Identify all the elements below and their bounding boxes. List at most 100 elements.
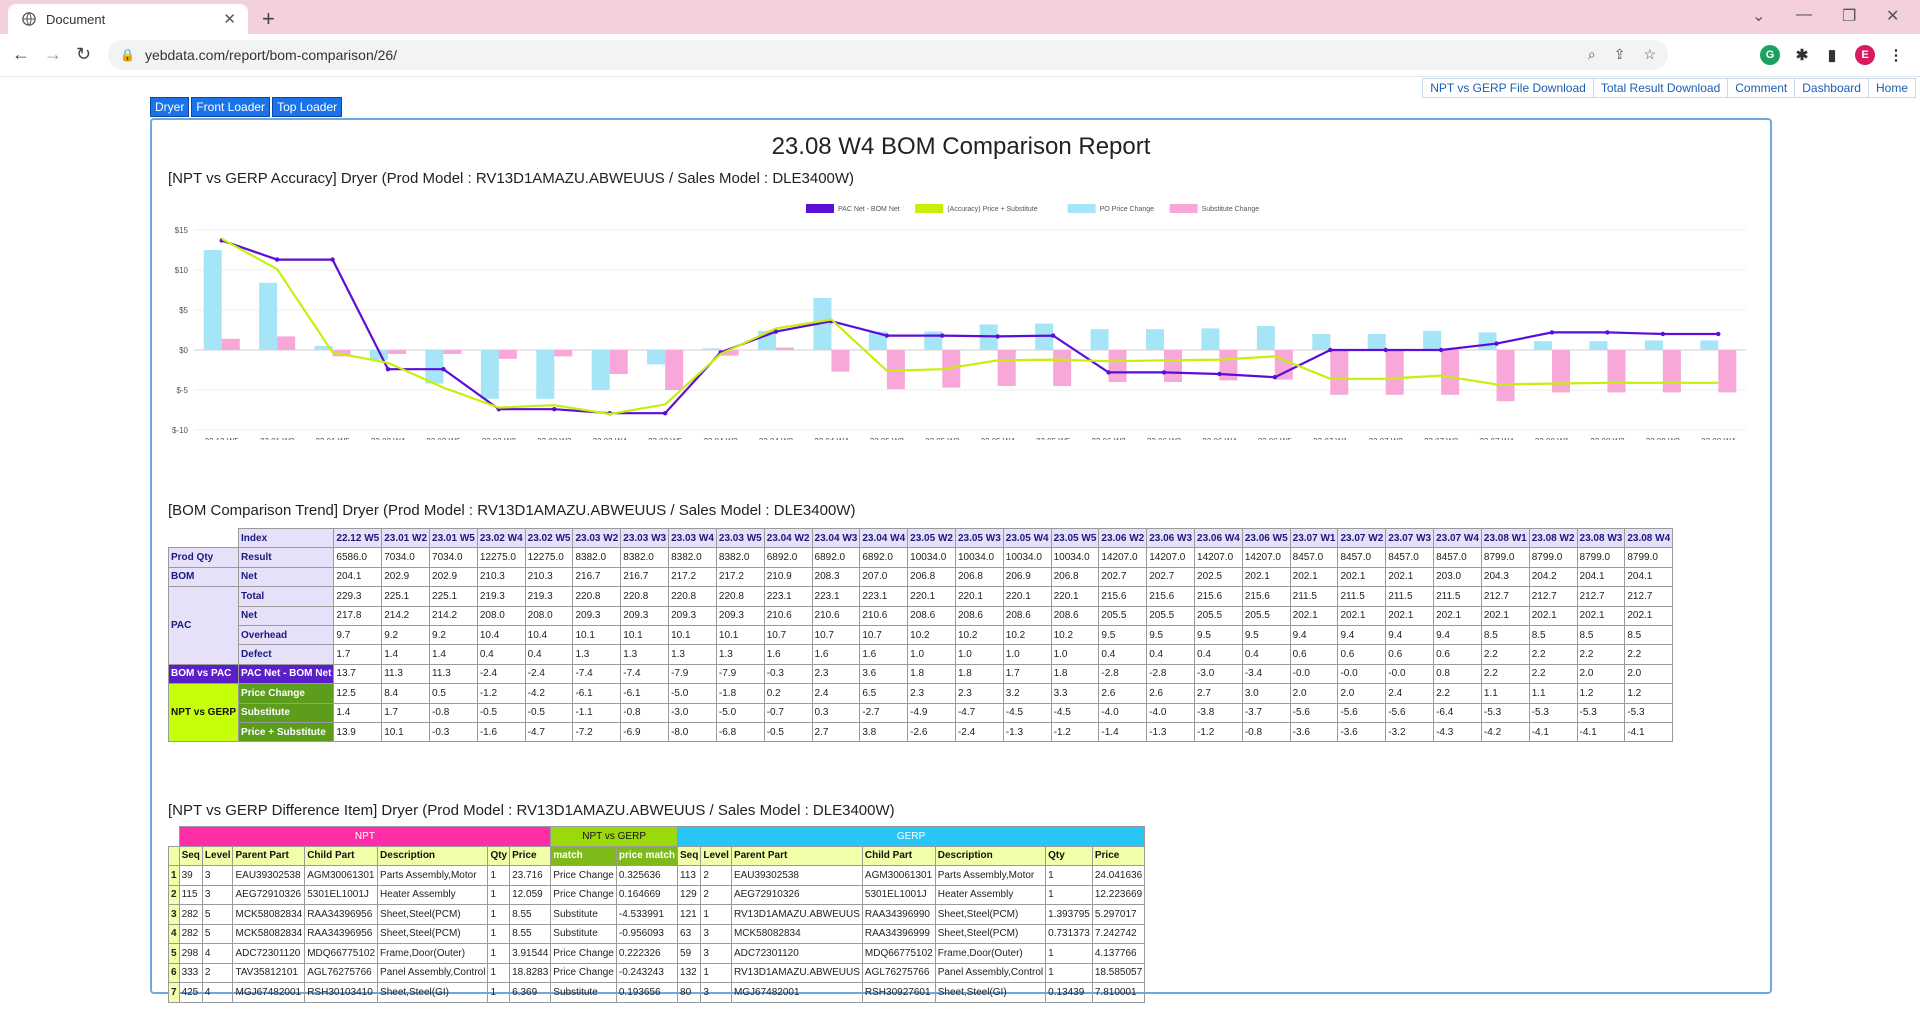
- trend-cell: -5.0: [668, 683, 717, 704]
- diff-cell: 3: [201, 884, 234, 905]
- profile-avatar[interactable]: E: [1855, 45, 1875, 65]
- extensions-puzzle-icon[interactable]: ✱: [1792, 45, 1812, 65]
- trend-cell: 223.1: [763, 586, 813, 607]
- trend-column-header: 23.06 W4: [1194, 527, 1243, 549]
- trend-cell: 2.3: [954, 683, 1004, 704]
- trend-column-header: 23.03 W3: [620, 527, 670, 549]
- trend-cell: 225.1: [429, 586, 478, 607]
- grammarly-extension-icon[interactable]: G: [1760, 45, 1780, 65]
- trend-cell: 2.4: [811, 683, 861, 704]
- trend-column-header: 23.02 W4: [476, 527, 526, 549]
- tab-front-loader[interactable]: Front Loader: [191, 97, 271, 117]
- trend-cell: -6.1: [620, 683, 670, 704]
- trend-cell: -2.8: [1098, 663, 1148, 685]
- new-tab-icon[interactable]: +: [262, 6, 275, 32]
- diff-cell: 129: [677, 884, 702, 905]
- url-text[interactable]: yebdata.com/report/bom-comparison/26/: [145, 47, 397, 63]
- diff-column-header: Parent Part: [232, 845, 306, 866]
- trend-cell: -7.9: [715, 663, 765, 685]
- diff-cell: Panel Assembly,Control: [377, 962, 489, 983]
- trend-cell: 0.6: [1289, 644, 1339, 665]
- po-price-changebar: [203, 250, 222, 350]
- bookmark-star-icon[interactable]: ☆: [1643, 46, 1656, 63]
- diff-column-header: price match: [615, 845, 679, 866]
- substitute-changebar: [609, 350, 628, 374]
- diff-cell: 23.716: [509, 865, 552, 886]
- trend-cell: 2.2: [1480, 644, 1530, 665]
- diff-group-header-row: NPT NPT vs GERP GERP: [169, 826, 1146, 847]
- tab-title: Document: [46, 11, 106, 27]
- comment-link[interactable]: Comment: [1727, 78, 1795, 98]
- dashboard-link[interactable]: Dashboard: [1794, 78, 1868, 98]
- minimize-icon[interactable]: —: [1796, 6, 1812, 24]
- forward-icon[interactable]: →: [44, 44, 62, 65]
- trend-cell: 9.4: [1289, 624, 1339, 646]
- diff-column-header: Description: [377, 845, 489, 866]
- trend-cell: 205.5: [1241, 605, 1291, 626]
- series-line: [221, 237, 1719, 416]
- x-tick-label: 23.04 W4: [814, 437, 849, 440]
- browser-tab-strip: Document ✕ + ⌄ — ❐ ✕: [0, 0, 1920, 34]
- diff-column-header: Parent Part: [730, 845, 863, 866]
- total-result-download-link[interactable]: Total Result Download: [1592, 78, 1728, 98]
- tab-search-icon[interactable]: ⌄: [1752, 6, 1765, 26]
- trend-cell: 219.3: [476, 586, 526, 607]
- trend-cell: -1.2: [476, 683, 526, 704]
- side-panel-icon[interactable]: ▮: [1822, 45, 1842, 65]
- trend-column-header: 23.03 W5: [715, 527, 765, 549]
- trend-cell: -1.1: [572, 702, 622, 723]
- trend-cell: -0.3: [429, 721, 478, 743]
- lock-icon[interactable]: 🔒: [120, 48, 135, 62]
- trend-cell: 8382.0: [715, 547, 765, 568]
- restore-icon[interactable]: ❐: [1842, 6, 1856, 26]
- trend-row: Overhead 9.7 9.2 9.2 10.4 10.4 10.1 10.1 10.1 10.…: [169, 624, 1674, 646]
- back-icon[interactable]: ←: [12, 44, 30, 65]
- trend-column-header: 23.04 W2: [763, 527, 813, 549]
- trend-cell: 208.6: [1002, 605, 1052, 626]
- x-tick-label: 23.05 W2: [870, 437, 905, 440]
- diff-cell: Panel Assembly,Control: [934, 962, 1047, 983]
- diff-cell: 0.325636: [615, 865, 679, 886]
- browser-menu-icon[interactable]: ⋮: [1886, 45, 1906, 65]
- diff-cell: 3.91544: [509, 943, 552, 964]
- diff-cell: Price Change: [550, 865, 617, 886]
- trend-cell: 220.1: [907, 586, 956, 607]
- diff-cell: 1: [487, 923, 511, 944]
- browser-tab[interactable]: Document ✕: [8, 4, 248, 34]
- trend-cell: 209.3: [620, 605, 670, 626]
- trend-row-label: Overhead: [238, 624, 335, 646]
- trend-row-label: PAC Net - BOM Net: [238, 663, 335, 685]
- diff-cell: 63: [677, 923, 702, 944]
- x-tick-label: 23.03 W2: [482, 437, 517, 440]
- share-icon[interactable]: ⇪: [1614, 46, 1626, 63]
- series-point: [441, 367, 446, 372]
- substitute-changebar: [1607, 350, 1626, 393]
- close-tab-icon[interactable]: ✕: [223, 10, 236, 28]
- trend-cell: 216.7: [620, 566, 670, 588]
- trend-cell: 8.4: [381, 683, 431, 704]
- tab-dryer[interactable]: Dryer: [150, 97, 190, 117]
- trend-column-header: 23.04 W3: [811, 527, 861, 549]
- diff-column-header: Qty: [487, 845, 511, 866]
- trend-cell: -3.6: [1289, 721, 1339, 743]
- reload-icon[interactable]: ↻: [76, 44, 91, 65]
- diff-cell: 115: [178, 884, 203, 905]
- diff-cell: Price Change: [550, 962, 617, 983]
- trend-cell: 6892.0: [811, 547, 861, 568]
- trend-cell: 14207.0: [1146, 547, 1196, 568]
- tab-top-loader[interactable]: Top Loader: [272, 97, 343, 117]
- diff-cell: 282: [178, 904, 203, 925]
- close-window-icon[interactable]: ✕: [1886, 6, 1899, 26]
- npt-gerp-file-download-link[interactable]: NPT vs GERP File Download: [1422, 78, 1593, 98]
- trend-cell: 0.6: [1385, 644, 1435, 665]
- x-tick-label: 23.03 W5: [648, 437, 683, 440]
- trend-cell: 1.0: [1050, 644, 1100, 665]
- trend-row: Price + Substitute 13.9 10.1 -0.3 -1.6 -4.7 -7…: [169, 721, 1674, 743]
- trend-cell: 215.6: [1146, 586, 1196, 607]
- address-field[interactable]: 🔒 yebdata.com/report/bom-comparison/26/ …: [108, 40, 1668, 70]
- diff-cell: 18.8283: [509, 962, 552, 983]
- zoom-icon[interactable]: ⌕: [1588, 46, 1596, 63]
- trend-cell: -0.3: [763, 663, 813, 685]
- trend-cell: 209.3: [715, 605, 765, 626]
- home-link[interactable]: Home: [1867, 78, 1916, 98]
